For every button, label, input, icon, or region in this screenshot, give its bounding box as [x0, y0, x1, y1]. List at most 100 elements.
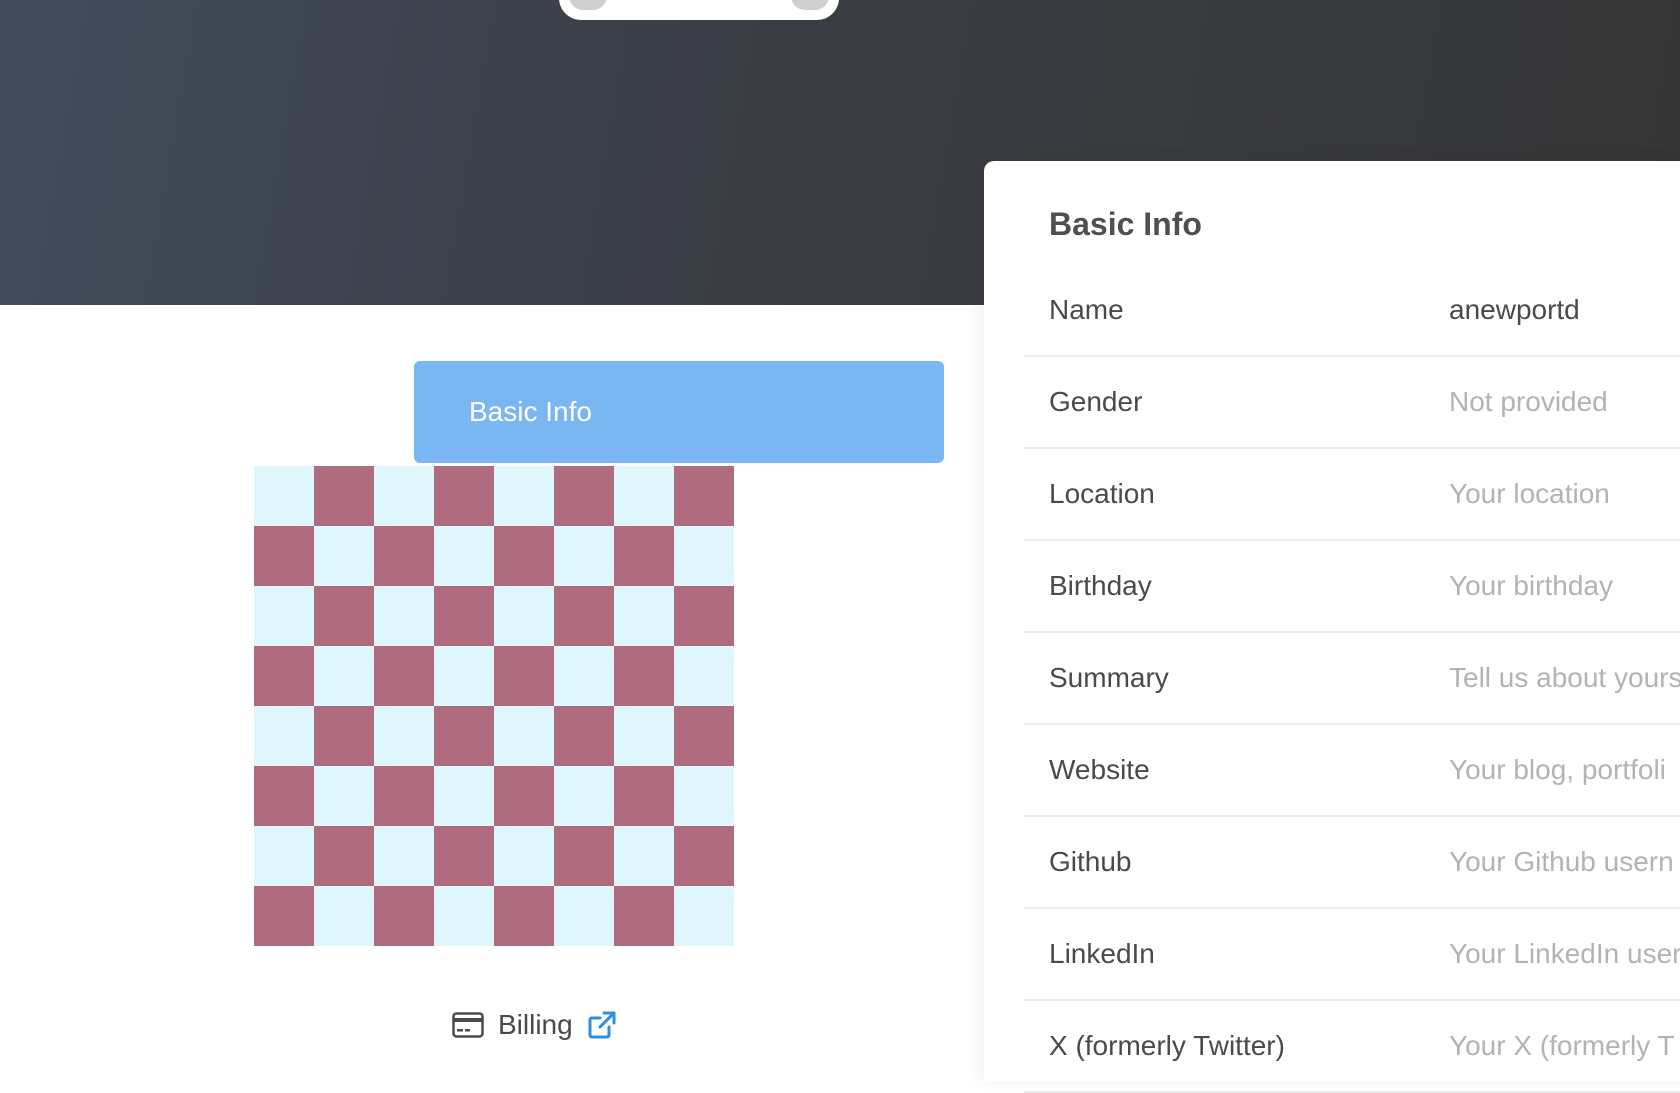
top-tab [559, 0, 839, 20]
info-row-value[interactable]: anewportd [1449, 294, 1580, 326]
avatar-cell [434, 886, 494, 946]
avatar-cell [254, 466, 314, 526]
info-row-value[interactable]: Tell us about yours [1449, 662, 1680, 694]
avatar-cell [674, 646, 734, 706]
avatar-cell [314, 766, 374, 826]
avatar-cell [554, 646, 614, 706]
avatar-cell [374, 646, 434, 706]
avatar-cell [614, 526, 674, 586]
avatar-cell [314, 466, 374, 526]
tab-left-nub [569, 0, 607, 10]
avatar-cell [494, 526, 554, 586]
avatar-cell [374, 766, 434, 826]
avatar-cell [614, 586, 674, 646]
avatar-cell [614, 706, 674, 766]
external-link-icon[interactable] [587, 1010, 617, 1040]
avatar-cell [494, 646, 554, 706]
avatar-cell [374, 586, 434, 646]
avatar-cell [494, 826, 554, 886]
avatar-cell [374, 826, 434, 886]
info-row[interactable]: Name anewportd [1024, 265, 1680, 357]
avatar-cell [254, 886, 314, 946]
avatar-cell [494, 706, 554, 766]
avatar [254, 466, 734, 946]
info-row-label: Birthday [1049, 570, 1152, 601]
info-row[interactable]: Birthday Your birthday [1024, 541, 1680, 633]
info-row-label: Summary [1049, 662, 1169, 693]
avatar-cell [254, 646, 314, 706]
info-row[interactable]: Gender Not provided [1024, 357, 1680, 449]
avatar-cell [494, 766, 554, 826]
avatar-cell [374, 466, 434, 526]
info-row-value[interactable]: Your blog, portfoli [1449, 754, 1666, 786]
avatar-cell [254, 706, 314, 766]
billing-label: Billing [498, 1009, 573, 1040]
avatar-cell [554, 886, 614, 946]
menu-item-basic-info[interactable]: Basic Info [414, 361, 944, 463]
avatar-cell [434, 706, 494, 766]
info-row-label: Location [1049, 478, 1155, 509]
avatar-cell [554, 586, 614, 646]
avatar-cell [674, 826, 734, 886]
avatar-cell [434, 466, 494, 526]
avatar-cell [674, 526, 734, 586]
avatar-cell [554, 466, 614, 526]
info-row-value[interactable]: Your X (formerly T [1449, 1030, 1675, 1062]
avatar-cell [314, 646, 374, 706]
avatar-cell [374, 526, 434, 586]
info-row-value[interactable]: Not provided [1449, 386, 1608, 418]
avatar-cell [614, 646, 674, 706]
avatar-cell [554, 706, 614, 766]
avatar-cell [374, 706, 434, 766]
info-row-label: LinkedIn [1049, 938, 1155, 969]
avatar-cell [674, 466, 734, 526]
avatar-cell [614, 466, 674, 526]
avatar-cell [434, 526, 494, 586]
avatar-cell [314, 706, 374, 766]
avatar-cell [314, 586, 374, 646]
info-row[interactable]: Github Your Github usern [1024, 817, 1680, 909]
avatar-cell [254, 526, 314, 586]
info-row[interactable]: Summary Tell us about yours [1024, 633, 1680, 725]
info-row-label: Github [1049, 846, 1132, 877]
avatar-cell [614, 886, 674, 946]
basic-info-panel: Basic Info Name anewportd Gender Not provid… [984, 161, 1680, 1093]
avatar-cell [434, 826, 494, 886]
info-row-label: X (formerly Twitter) [1049, 1030, 1285, 1061]
avatar-cell [314, 886, 374, 946]
avatar-cell [314, 826, 374, 886]
avatar-cell [614, 766, 674, 826]
avatar-cell [494, 466, 554, 526]
avatar-cell [254, 586, 314, 646]
tab-right-nub [791, 0, 829, 10]
info-row-value[interactable]: Your LinkedIn user [1449, 938, 1680, 970]
info-row-label: Gender [1049, 386, 1143, 417]
avatar-cell [254, 766, 314, 826]
avatar-cell [434, 766, 494, 826]
avatar-cell [374, 886, 434, 946]
info-row-value[interactable]: Your location [1449, 478, 1610, 510]
avatar-cell [674, 586, 734, 646]
avatar-cell [554, 526, 614, 586]
info-row[interactable]: Location Your location [1024, 449, 1680, 541]
info-row-label: Name [1049, 294, 1124, 325]
avatar-cell [614, 826, 674, 886]
avatar-cell [434, 586, 494, 646]
menu-item-label: Basic Info [469, 396, 592, 427]
avatar-cell [494, 886, 554, 946]
info-row[interactable]: X (formerly Twitter) Your X (formerly T [1024, 1001, 1680, 1093]
info-row-label: Website [1049, 754, 1150, 785]
info-row-value[interactable]: Your birthday [1449, 570, 1613, 602]
info-rows: Name anewportd Gender Not provided Location Y… [1024, 265, 1680, 1093]
avatar-cell [434, 646, 494, 706]
info-row[interactable]: Website Your blog, portfoli [1024, 725, 1680, 817]
info-row-value[interactable]: Your Github usern [1449, 846, 1674, 878]
billing-link[interactable]: Billing [452, 1005, 617, 1045]
avatar-cell [674, 706, 734, 766]
avatar-cell [314, 526, 374, 586]
credit-card-icon [452, 1012, 484, 1038]
avatar-cell [674, 886, 734, 946]
avatar-cell [554, 826, 614, 886]
avatar-cell [494, 586, 554, 646]
info-row[interactable]: LinkedIn Your LinkedIn user [1024, 909, 1680, 1001]
